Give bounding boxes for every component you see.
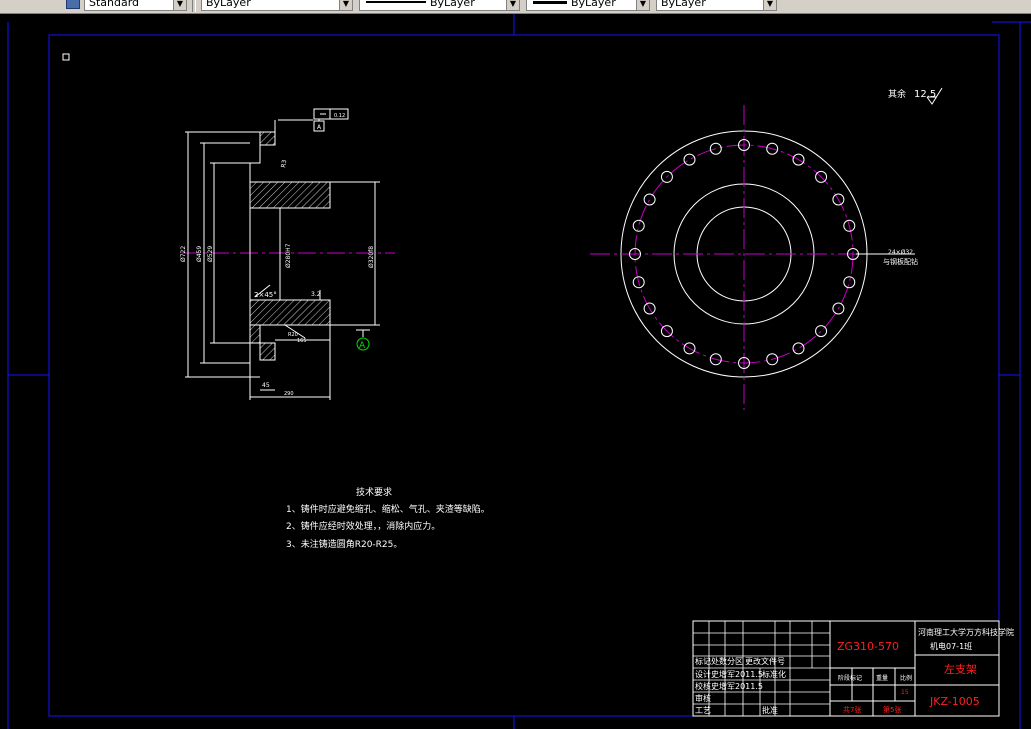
dim-hub-dia: Ø320f8 — [368, 246, 375, 268]
front-view: 24×Ø32 与钢板配钻 — [590, 105, 918, 410]
datum-letter: A — [359, 341, 366, 351]
bolt-hole — [643, 193, 656, 206]
holes-note: 与钢板配钻 — [883, 257, 918, 266]
dim-chamfer: 2×45° — [254, 291, 277, 299]
title-sheet-no: 第5张 — [883, 705, 901, 714]
tb-cell: 设计 — [695, 669, 711, 679]
tb-cell: 校核 — [695, 681, 711, 691]
tb-cell: 标准化 — [762, 669, 786, 679]
chevron-down-icon[interactable]: ▼ — [636, 0, 649, 10]
tb-cell: 审核 — [695, 693, 711, 703]
bolt-hole — [843, 276, 856, 289]
text-style-icon[interactable] — [66, 0, 80, 9]
dim-fillet: R3 — [280, 159, 288, 168]
tolerance-datum: A — [317, 124, 322, 131]
linetype-sample — [366, 1, 426, 3]
chevron-down-icon[interactable]: ▼ — [506, 0, 519, 10]
title-scale-label: 比例 — [900, 674, 912, 682]
title-drawing-no: JKZ-1005 — [929, 695, 980, 708]
tb-cell: 更改文件号 — [745, 656, 785, 666]
layer-value: ByLayer — [206, 0, 251, 9]
dim-roughness: 3.2 — [311, 291, 321, 298]
linetype-value: ByLayer — [430, 0, 475, 9]
title-total-sheets: 共7张 — [843, 705, 861, 714]
plot-style-value: ByLayer — [661, 0, 706, 9]
properties-toolbar: Standard ▼ ByLayer ▼ ByLayer ▼ ByLayer ▼… — [0, 0, 1031, 14]
title-rows: 标记 处数 分区 更改文件号 设计 史增军 2011.5 标准化 校核 史增军 … — [695, 656, 786, 715]
bolt-hole — [815, 325, 828, 338]
tb-cell: 史增军 — [711, 681, 735, 691]
title-weight-label: 重量 — [876, 674, 888, 682]
text-style-dropdown[interactable]: Standard ▼ — [84, 0, 187, 11]
title-school: 河南理工大学万方科技学院 — [918, 627, 1014, 637]
lineweight-value: ByLayer — [571, 0, 616, 9]
dim-165: 165 — [297, 338, 307, 344]
tb-cell: 处数 — [711, 656, 727, 666]
chevron-down-icon[interactable]: ▼ — [763, 0, 776, 10]
tech-requirements: 技术要求 1、铸件时应避免缩孔、缩松、气孔、夹渣等缺陷。 2、铸件应经时效处理，… — [286, 486, 490, 550]
tb-cell: 标记 — [695, 656, 711, 666]
chevron-down-icon[interactable]: ▼ — [339, 0, 352, 10]
tech-req-title: 技术要求 — [356, 486, 392, 498]
tech-req-item: 2、铸件应经时效处理，，消除内应力。 — [286, 520, 440, 532]
surface-finish-note: 其余 12.5 — [888, 87, 943, 105]
bolt-hole — [632, 219, 645, 232]
lineweight-sample — [533, 1, 567, 4]
ucs-marker — [62, 53, 70, 61]
tb-cell: 工艺 — [695, 706, 711, 715]
datum-symbol: A — [356, 329, 370, 351]
dim-dia-529: Ø529 — [207, 246, 214, 262]
title-block: ZG310-570 河南理工大学万方科技学院 机电07-1班 左支架 JKZ-1… — [692, 620, 1014, 717]
surface-finish-label: 其余 — [888, 88, 906, 100]
hatch-upper — [249, 131, 331, 209]
plot-style-dropdown[interactable]: ByLayer ▼ — [656, 0, 777, 11]
sheet-border — [7, 14, 1031, 729]
tb-cell: 分区 — [727, 657, 743, 666]
title-stage-label: 阶段标记 — [838, 674, 862, 682]
tb-cell: 史增军 — [711, 669, 735, 679]
title-scale-value: 15 — [901, 689, 909, 696]
bolt-hole — [683, 153, 696, 166]
tolerance-value: 0.12 — [334, 113, 345, 119]
dim-dia-459: Ø459 — [196, 246, 203, 262]
section-view: 0.12 A Ø722 Ø459 Ø529 Ø280H7 Ø320f8 2×45… — [180, 108, 395, 400]
title-class: 机电07-1班 — [930, 641, 972, 651]
title-part-name: 左支架 — [944, 663, 977, 676]
dim-r20: R20 — [288, 332, 298, 338]
linetype-dropdown[interactable]: ByLayer ▼ — [359, 0, 520, 11]
tb-cell: 批准 — [762, 705, 778, 715]
lineweight-dropdown[interactable]: ByLayer ▼ — [526, 0, 650, 11]
title-material: ZG310-570 — [837, 640, 899, 653]
tb-cell: 2011.5 — [735, 682, 763, 691]
tech-req-item: 3、未注铸造圆角R20-R25。 — [286, 538, 402, 550]
tb-cell: 2011.5 — [735, 670, 763, 679]
chevron-down-icon[interactable]: ▼ — [173, 0, 186, 10]
bolt-hole — [792, 342, 805, 355]
dim-length: 290 — [284, 391, 294, 397]
dim-flange-thk: 45 — [262, 382, 270, 389]
dim-outer-dia: Ø722 — [180, 246, 187, 262]
surface-finish-value: 12.5 — [914, 89, 936, 100]
drawing-canvas[interactable]: 0.12 A Ø722 Ø459 Ø529 Ø280H7 Ø320f8 2×45… — [0, 14, 1031, 729]
holes-dim: 24×Ø32 — [888, 249, 913, 256]
layer-dropdown[interactable]: ByLayer ▼ — [201, 0, 353, 11]
dim-bore: Ø280H7 — [285, 243, 292, 268]
toolbar-separator — [192, 0, 196, 12]
hatch-lower — [249, 299, 331, 361]
tech-req-item: 1、铸件时应避免缩孔、缩松、气孔、夹渣等缺陷。 — [286, 503, 490, 515]
text-style-value: Standard — [89, 0, 140, 9]
